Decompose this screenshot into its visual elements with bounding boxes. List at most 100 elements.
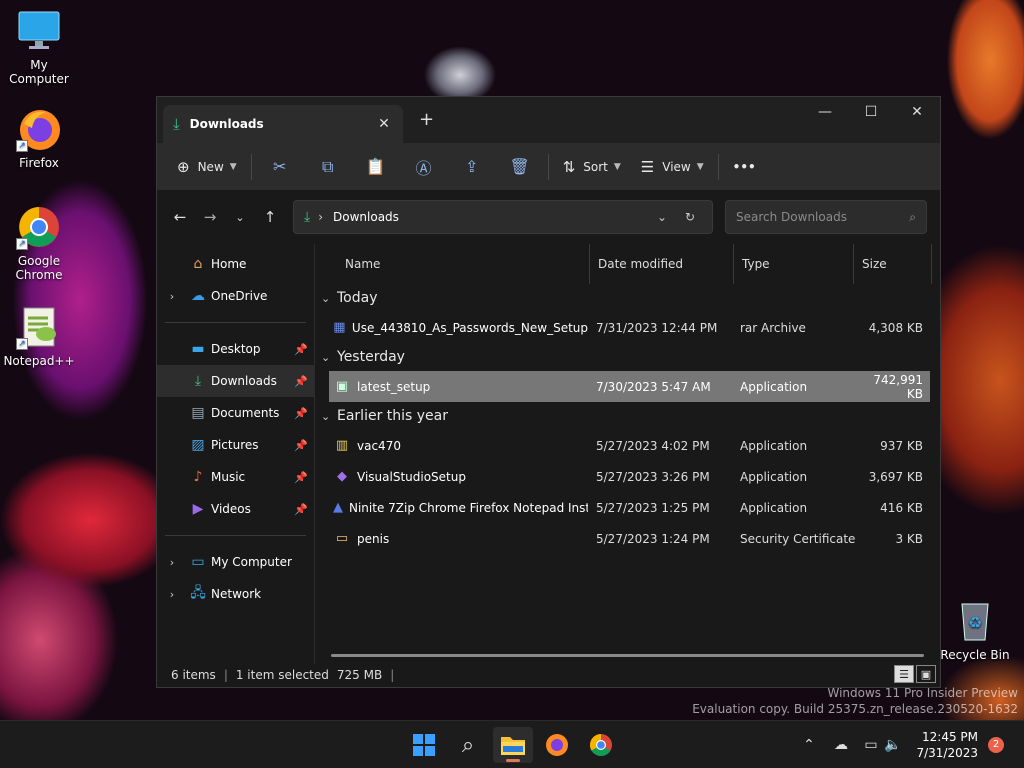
nav-item-downloads[interactable]: ⤓ Downloads 📌 — [157, 365, 314, 397]
network-status-icon[interactable]: ▭ — [860, 737, 882, 753]
nav-item-onedrive[interactable]: › ☁ OneDrive — [157, 280, 314, 312]
search-icon[interactable]: ⌕ — [909, 210, 916, 225]
tab-title: Downloads — [189, 117, 264, 131]
group-header-today[interactable]: ⌄ Today — [315, 284, 942, 312]
status-bar: 6 items | 1 item selected 725 MB | ☰ ▣ — [157, 663, 942, 687]
breadcrumb-downloads[interactable]: Downloads — [333, 210, 648, 224]
back-button[interactable]: ← — [165, 202, 195, 232]
command-bar: ⊕ New ▼ ✂ ⧉ 📋 Ⓐ ⇪ 🗑 ⇅ Sort ▼ ☰ View ▼ ••… — [157, 143, 940, 191]
volume-icon[interactable]: 🔈 — [882, 737, 904, 753]
file-row[interactable]: ▭ penis 5/27/2023 1:24 PM Security Certif… — [329, 523, 930, 554]
tiles-view-icon[interactable]: ▣ — [916, 665, 936, 683]
paste-icon[interactable]: 📋 — [352, 150, 400, 184]
file-list: Name Date modified Type Size ⌄ Today ▦ Use… — [315, 244, 942, 664]
system-clock[interactable]: 12:45 PM 7/31/2023 — [916, 729, 978, 761]
forward-button[interactable]: → — [195, 202, 225, 232]
desktop-icon-my-computer[interactable]: My Computer — [0, 8, 78, 86]
copy-icon[interactable]: ⧉ — [304, 150, 352, 184]
file-row[interactable]: ▥ vac470 5/27/2023 4:02 PM Application 93… — [329, 430, 930, 461]
column-name[interactable]: Name — [315, 244, 590, 284]
desktop-icon-firefox[interactable]: ↗ Firefox — [0, 106, 78, 170]
nav-item-documents[interactable]: ▤ Documents 📌 — [157, 397, 314, 429]
pin-icon: 📌 — [294, 342, 308, 356]
chevron-up-icon[interactable]: ⌃ — [800, 737, 818, 753]
nav-item-music[interactable]: ♪ Music 📌 — [157, 461, 314, 493]
desktop-icon-notepadpp[interactable]: ↗ Notepad++ — [0, 304, 78, 368]
desktop-icon-recycle-bin[interactable]: ♻ Recycle Bin — [936, 598, 1014, 662]
file-row-selected[interactable]: ▣ latest_setup 7/30/2023 5:47 AM Applicat… — [329, 371, 930, 402]
chevron-down-icon: ▼ — [613, 161, 621, 172]
svg-text:♻: ♻ — [968, 613, 982, 632]
view-button[interactable]: ☰ View ▼ — [631, 150, 714, 184]
chrome-icon: ↗ — [16, 204, 62, 250]
chevron-down-icon: ▼ — [229, 161, 237, 172]
column-size[interactable]: Size — [854, 244, 932, 284]
monitor-icon: ▭ — [191, 554, 205, 570]
file-explorer-taskbar-button[interactable] — [493, 727, 533, 763]
video-icon: ▶ — [192, 501, 204, 517]
file-row[interactable]: ▲ Ninite 7Zip Chrome Firefox Notepad Inst… — [329, 492, 930, 523]
rename-icon[interactable]: Ⓐ — [400, 150, 448, 184]
maximize-button[interactable]: ☐ — [848, 97, 894, 127]
sort-arrows-icon: ⇅ — [562, 157, 576, 176]
firefox-taskbar-button[interactable] — [537, 727, 577, 763]
expand-chevron-icon[interactable]: › — [157, 588, 187, 601]
delete-icon[interactable]: 🗑 — [496, 150, 544, 184]
address-bar[interactable]: ⤓ › Downloads ⌄ ↻ — [293, 200, 713, 234]
minimize-button[interactable]: — — [802, 97, 848, 127]
collapse-chevron-icon: ⌄ — [321, 291, 331, 305]
start-button[interactable] — [404, 727, 444, 763]
nav-item-network[interactable]: › 🖧 Network — [157, 578, 314, 610]
new-button[interactable]: ⊕ New ▼ — [167, 150, 247, 184]
column-headers: Name Date modified Type Size — [315, 244, 942, 284]
chevron-down-icon: ▼ — [696, 161, 704, 172]
navigation-pane: ⌂ Home › ☁ OneDrive ▬ Desktop 📌 ⤓ Downlo… — [157, 244, 315, 664]
pin-icon: 📌 — [294, 406, 308, 420]
search-taskbar-button[interactable]: ⌕ — [448, 727, 488, 763]
column-date-modified[interactable]: Date modified — [590, 244, 734, 284]
ninite-icon: ▲ — [333, 500, 343, 515]
file-row[interactable]: ▦ Use_443810_As_Passwords_New_Setup 7/31/… — [329, 312, 930, 343]
column-type[interactable]: Type — [734, 244, 854, 284]
group-header-earlier-this-year[interactable]: ⌄ Earlier this year — [315, 402, 942, 430]
notepadpp-icon: ↗ — [16, 304, 62, 350]
search-input[interactable] — [736, 210, 910, 224]
share-icon[interactable]: ⇪ — [448, 150, 496, 184]
ellipsis-icon: ••• — [732, 159, 756, 174]
nav-item-videos[interactable]: ▶ Videos 📌 — [157, 493, 314, 525]
pin-icon: 📌 — [294, 374, 308, 388]
nav-item-pictures[interactable]: ▨ Pictures 📌 — [157, 429, 314, 461]
file-row[interactable]: ◆ VisualStudioSetup 5/27/2023 3:26 PM App… — [329, 461, 930, 492]
notification-badge[interactable]: 2 — [988, 737, 1004, 753]
more-options-button[interactable]: ••• — [723, 150, 766, 184]
cloud-offline-icon[interactable]: ☁ — [826, 737, 856, 753]
details-view-icon[interactable]: ☰ — [894, 665, 914, 683]
monitor-icon — [16, 8, 62, 54]
search-box[interactable]: ⌕ — [725, 200, 927, 234]
desktop-icon-chrome[interactable]: ↗ Google Chrome — [0, 204, 78, 282]
cloud-icon: ☁ — [191, 288, 205, 304]
expand-chevron-icon[interactable]: › — [157, 556, 187, 569]
chrome-taskbar-button[interactable] — [581, 727, 621, 763]
tab-downloads[interactable]: ⤓ Downloads ✕ — [163, 105, 403, 143]
pictures-icon: ▨ — [191, 437, 205, 453]
address-dropdown-icon[interactable]: ⌄ — [648, 210, 676, 224]
group-header-yesterday[interactable]: ⌄ Yesterday — [315, 343, 942, 371]
close-tab-icon[interactable]: ✕ — [375, 116, 393, 132]
up-button[interactable]: ↑ — [255, 202, 285, 232]
windows-logo-icon — [413, 734, 435, 756]
cut-icon[interactable]: ✂ — [256, 150, 304, 184]
download-arrow-icon: ⤓ — [173, 115, 180, 133]
close-window-button[interactable]: ✕ — [894, 97, 940, 127]
nav-item-home[interactable]: ⌂ Home — [157, 248, 314, 280]
nav-item-my-computer[interactable]: › ▭ My Computer — [157, 546, 314, 578]
new-tab-button[interactable]: + — [419, 109, 434, 130]
desktop-icon-label: Google Chrome — [15, 254, 63, 282]
sort-button[interactable]: ⇅ Sort ▼ — [553, 150, 631, 184]
expand-chevron-icon[interactable]: › — [157, 290, 187, 303]
home-icon: ⌂ — [193, 256, 203, 272]
horizontal-scrollbar[interactable] — [331, 654, 924, 657]
refresh-icon[interactable]: ↻ — [676, 210, 704, 224]
recent-locations-button[interactable]: ⌄ — [225, 202, 255, 232]
nav-item-desktop[interactable]: ▬ Desktop 📌 — [157, 333, 314, 365]
